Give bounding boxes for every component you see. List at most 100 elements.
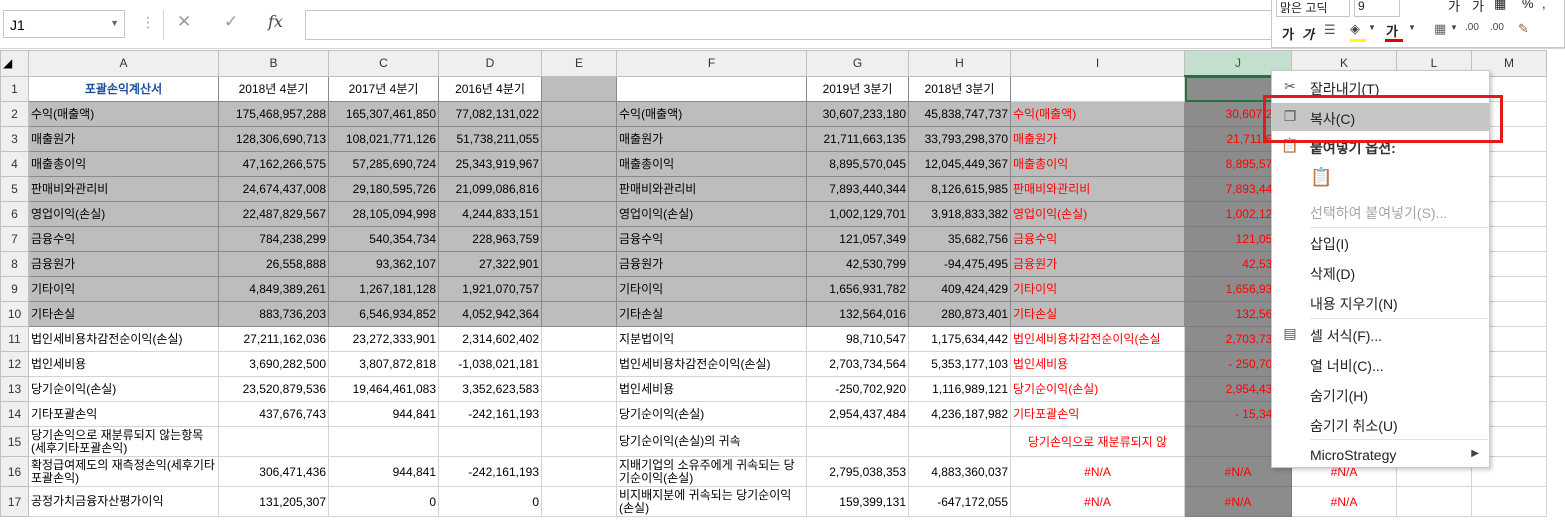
cell-F11[interactable]: 지분법이익 xyxy=(616,326,807,352)
cell-G6[interactable]: 1,002,129,701 xyxy=(806,201,909,227)
cell-C2[interactable]: 165,307,461,850 xyxy=(328,101,439,127)
cell-H16[interactable]: 4,883,360,037 xyxy=(908,456,1011,487)
cell-I5[interactable]: 판매비와관리비 xyxy=(1010,176,1185,202)
cell-E9[interactable] xyxy=(541,276,617,302)
cell-I8[interactable]: 금융원가 xyxy=(1010,251,1185,277)
row-header[interactable]: 1 xyxy=(0,75,29,102)
cell-D12[interactable]: -1,038,021,181 xyxy=(438,351,542,377)
cell-D17[interactable]: 0 xyxy=(438,486,542,517)
cell-I6[interactable]: 영업이익(손실) xyxy=(1010,201,1185,227)
row-header[interactable]: 12 xyxy=(0,351,29,377)
cell-I1[interactable] xyxy=(1010,75,1185,102)
cell-F15[interactable]: 당기순이익(손실)의 귀속 xyxy=(616,426,807,457)
cell-B10[interactable]: 883,736,203 xyxy=(218,301,329,327)
row-header[interactable]: 14 xyxy=(0,401,29,427)
cell-H17[interactable]: -647,172,055 xyxy=(908,486,1011,517)
enter-icon[interactable]: ✓ xyxy=(224,12,238,32)
cell-D16[interactable]: -242,161,193 xyxy=(438,456,542,487)
column-header-A[interactable]: A xyxy=(28,50,219,77)
cell-H6[interactable]: 3,918,833,382 xyxy=(908,201,1011,227)
cell-D10[interactable]: 4,052,942,364 xyxy=(438,301,542,327)
cell-K17[interactable]: #N/A xyxy=(1291,486,1397,517)
fill-color-icon[interactable]: ◈ xyxy=(1350,21,1360,37)
cell-A1[interactable]: 포괄손익계산서 xyxy=(28,75,219,102)
cell-I12[interactable]: 법인세비용 xyxy=(1010,351,1185,377)
cell-D9[interactable]: 1,921,070,757 xyxy=(438,276,542,302)
cell-F17[interactable]: 비지배지분에 귀속되는 당기순이익(손실) xyxy=(616,486,807,517)
cell-E6[interactable] xyxy=(541,201,617,227)
cell-B5[interactable]: 24,674,437,008 xyxy=(218,176,329,202)
cell-I2[interactable]: 수익(매출액) xyxy=(1010,101,1185,127)
cell-A12[interactable]: 법인세비용 xyxy=(28,351,219,377)
cell-B8[interactable]: 26,558,888 xyxy=(218,251,329,277)
cell-B12[interactable]: 3,690,282,500 xyxy=(218,351,329,377)
cell-D15[interactable] xyxy=(438,426,542,457)
column-header-B[interactable]: B xyxy=(218,50,329,77)
cell-B7[interactable]: 784,238,299 xyxy=(218,226,329,252)
cell-G5[interactable]: 7,893,440,344 xyxy=(806,176,909,202)
row-header[interactable]: 10 xyxy=(0,301,29,327)
column-header-I[interactable]: I xyxy=(1010,50,1185,77)
cell-D2[interactable]: 77,082,131,022 xyxy=(438,101,542,127)
row-header[interactable]: 3 xyxy=(0,126,29,152)
cell-H15[interactable] xyxy=(908,426,1011,457)
cell-A4[interactable]: 매출총이익 xyxy=(28,151,219,177)
cell-G13[interactable]: -250,702,920 xyxy=(806,376,909,402)
insert-function-icon[interactable]: fx xyxy=(268,12,283,31)
row-header[interactable]: 15 xyxy=(0,426,29,457)
cell-D8[interactable]: 27,322,901 xyxy=(438,251,542,277)
cell-I13[interactable]: 당기순이익(손실) xyxy=(1010,376,1185,402)
cell-C10[interactable]: 6,546,934,852 xyxy=(328,301,439,327)
cell-F14[interactable]: 당기순이익(손실) xyxy=(616,401,807,427)
cell-G9[interactable]: 1,656,931,782 xyxy=(806,276,909,302)
increase-font-icon[interactable]: 가 xyxy=(1448,0,1460,15)
cell-H9[interactable]: 409,424,429 xyxy=(908,276,1011,302)
cell-A13[interactable]: 당기순이익(손실) xyxy=(28,376,219,402)
cell-G11[interactable]: 98,710,547 xyxy=(806,326,909,352)
cell-D6[interactable]: 4,244,833,151 xyxy=(438,201,542,227)
cell-A3[interactable]: 매출원가 xyxy=(28,126,219,152)
cell-I16[interactable]: #N/A xyxy=(1010,456,1185,487)
cell-H2[interactable]: 45,838,747,737 xyxy=(908,101,1011,127)
cell-A11[interactable]: 법인세비용차감전순이익(손실) xyxy=(28,326,219,352)
cell-G8[interactable]: 42,530,799 xyxy=(806,251,909,277)
cell-F12[interactable]: 법인세비용차감전순이익(손실) xyxy=(616,351,807,377)
cell-A16[interactable]: 확정급여제도의 재측정손익(세후기타포괄손익) xyxy=(28,456,219,487)
cell-G2[interactable]: 30,607,233,180 xyxy=(806,101,909,127)
row-header[interactable]: 2 xyxy=(0,101,29,127)
cell-I3[interactable]: 매출원가 xyxy=(1010,126,1185,152)
column-header-H[interactable]: H xyxy=(908,50,1011,77)
cell-E13[interactable] xyxy=(541,376,617,402)
menu-item-column-width[interactable]: 열 너비(C)... xyxy=(1272,350,1489,378)
font-size-box[interactable]: 9 xyxy=(1354,0,1400,17)
cell-L17[interactable] xyxy=(1396,486,1472,517)
cell-F10[interactable]: 기타손실 xyxy=(616,301,807,327)
cell-A2[interactable]: 수익(매출액) xyxy=(28,101,219,127)
borders-icon[interactable]: ▦ xyxy=(1434,21,1446,37)
cell-I15[interactable]: 당기손익으로 재분류되지 않 xyxy=(1010,426,1185,457)
cell-D3[interactable]: 51,738,211,055 xyxy=(438,126,542,152)
cell-E12[interactable] xyxy=(541,351,617,377)
cell-E1[interactable] xyxy=(541,75,617,102)
cell-C17[interactable]: 0 xyxy=(328,486,439,517)
cell-C9[interactable]: 1,267,181,128 xyxy=(328,276,439,302)
cell-E10[interactable] xyxy=(541,301,617,327)
cell-A8[interactable]: 금융원가 xyxy=(28,251,219,277)
row-header[interactable]: 16 xyxy=(0,456,29,487)
cell-E11[interactable] xyxy=(541,326,617,352)
bold-icon[interactable]: 가 xyxy=(1282,24,1294,43)
cell-H11[interactable]: 1,175,634,442 xyxy=(908,326,1011,352)
cell-J17[interactable]: #N/A xyxy=(1184,486,1292,517)
cell-G15[interactable] xyxy=(806,426,909,457)
cell-G17[interactable]: 159,399,131 xyxy=(806,486,909,517)
cell-C14[interactable]: 944,841 xyxy=(328,401,439,427)
cell-D4[interactable]: 25,343,919,967 xyxy=(438,151,542,177)
cell-H4[interactable]: 12,045,449,367 xyxy=(908,151,1011,177)
chevron-down-icon[interactable]: ▼ xyxy=(1450,23,1458,32)
cell-I4[interactable]: 매출총이익 xyxy=(1010,151,1185,177)
cell-D7[interactable]: 228,963,759 xyxy=(438,226,542,252)
cell-E4[interactable] xyxy=(541,151,617,177)
row-header[interactable]: 6 xyxy=(0,201,29,227)
cell-E8[interactable] xyxy=(541,251,617,277)
cell-B14[interactable]: 437,676,743 xyxy=(218,401,329,427)
